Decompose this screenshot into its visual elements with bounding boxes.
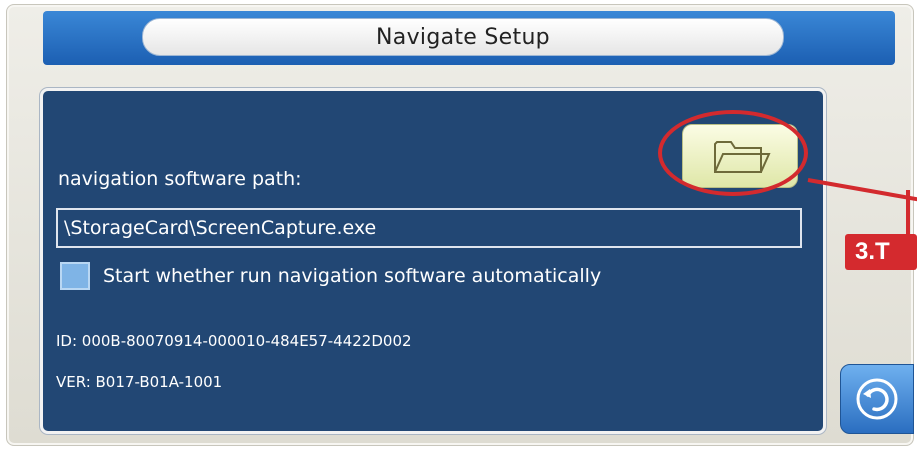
window-title-text: Navigate Setup [376,24,550,50]
device-id-text: ID: 000B-80070914-000010-484E57-4422D002 [56,332,412,350]
autostart-label[interactable]: Start whether run navigation software au… [103,265,601,287]
window-title: Navigate Setup [142,18,784,56]
folder-open-icon [714,141,771,173]
back-button[interactable] [840,364,914,434]
path-label: navigation software path: [58,168,302,190]
browse-folder-button[interactable] [682,124,798,188]
path-input[interactable] [56,208,802,248]
version-text: VER: B017-B01A-1001 [56,373,223,391]
step-badge: 3.T [845,234,917,270]
callout-line-stub [906,190,910,236]
autostart-checkbox[interactable] [60,262,90,290]
back-arrow-icon [856,378,898,420]
